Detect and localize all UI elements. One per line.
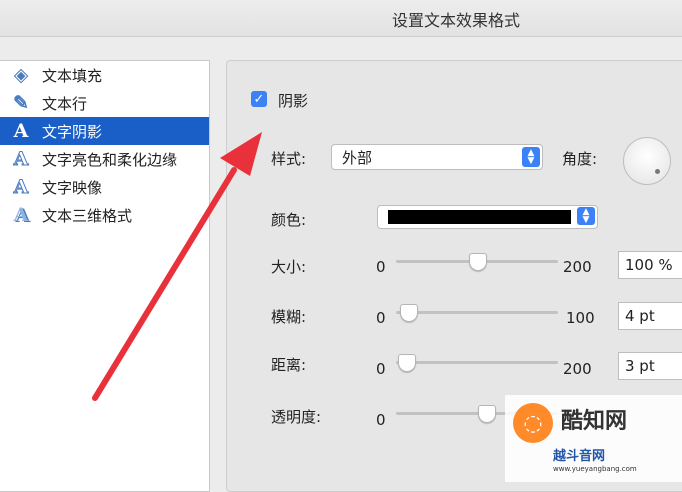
- sidebar-item-text-fill[interactable]: ◈ 文本填充: [0, 61, 209, 89]
- transparency-min: 0: [376, 411, 386, 429]
- style-select[interactable]: 外部 ▲ ▼: [331, 144, 543, 170]
- pen-icon: ✎: [13, 92, 29, 114]
- distance-label: 距离:: [271, 356, 307, 374]
- distance-slider-thumb[interactable]: [398, 354, 416, 372]
- shadow-checkbox[interactable]: ✓: [251, 91, 267, 107]
- shadow-checkbox-label: 阴影: [278, 92, 309, 110]
- color-label: 颜色:: [271, 211, 307, 229]
- size-min: 0: [376, 258, 386, 276]
- text-3d-icon: A: [13, 204, 29, 226]
- sidebar-item-label: 文字映像: [42, 178, 103, 197]
- size-slider-thumb[interactable]: [469, 253, 487, 271]
- distance-min: 0: [376, 360, 386, 378]
- size-max: 200: [563, 258, 592, 276]
- sidebar-item-text-line[interactable]: ✎ 文本行: [0, 89, 209, 117]
- sidebar-item-label: 文本填充: [42, 66, 103, 85]
- sidebar-item-label: 文字亮色和柔化边缘: [42, 150, 178, 169]
- watermark: ◌ 酷知网 越斗音网 www.yueyangbang.com: [505, 395, 682, 482]
- distance-slider[interactable]: [396, 361, 558, 364]
- chevron-updown-icon: ▲ ▼: [522, 147, 540, 167]
- size-label: 大小:: [271, 258, 307, 276]
- blur-slider-thumb[interactable]: [400, 304, 418, 322]
- size-input[interactable]: 100 %: [618, 251, 682, 279]
- sidebar-item-label: 文字阴影: [42, 122, 103, 141]
- blur-min: 0: [376, 309, 386, 327]
- color-swatch: [388, 210, 571, 224]
- style-label: 样式:: [271, 150, 307, 168]
- angle-dial[interactable]: [623, 137, 671, 185]
- blur-slider[interactable]: [396, 311, 558, 314]
- blur-input[interactable]: 4 pt: [618, 302, 682, 330]
- effects-sidebar: ◈ 文本填充 ✎ 文本行 A 文字阴影 A 文字亮色和柔化边缘 A 文字映像 A…: [0, 60, 210, 492]
- text-shadow-icon: A: [13, 120, 29, 142]
- transparency-label: 透明度:: [271, 408, 322, 426]
- title-bar: 设置文本效果格式: [0, 0, 682, 37]
- angle-label: 角度:: [562, 150, 598, 168]
- distance-max: 200: [563, 360, 592, 378]
- transparency-slider-thumb[interactable]: [478, 405, 496, 423]
- dialog-title: 设置文本效果格式: [391, 11, 520, 30]
- watermark-logo-icon: ◌: [513, 403, 553, 443]
- sidebar-item-text-3d[interactable]: A 文本三维格式: [0, 201, 209, 229]
- sidebar-item-label: 文本行: [42, 94, 88, 113]
- blur-label: 模糊:: [271, 308, 307, 326]
- sidebar-item-text-glow[interactable]: A 文字亮色和柔化边缘: [0, 145, 209, 173]
- color-picker[interactable]: ▲ ▼: [377, 205, 598, 229]
- sidebar-item-text-reflection[interactable]: A 文字映像: [0, 173, 209, 201]
- sidebar-item-text-shadow[interactable]: A 文字阴影: [0, 117, 209, 145]
- blur-max: 100: [566, 309, 595, 327]
- watermark-brand: 酷知网: [561, 409, 628, 434]
- distance-input[interactable]: 3 pt: [618, 352, 682, 380]
- chevron-updown-icon: ▲ ▼: [577, 207, 595, 225]
- watermark-sub: 越斗音网: [553, 449, 606, 464]
- watermark-url: www.yueyangbang.com: [553, 465, 637, 473]
- text-glow-icon: A: [13, 148, 29, 171]
- sidebar-item-label: 文本三维格式: [42, 206, 133, 225]
- angle-dial-indicator: [655, 169, 660, 174]
- style-select-value: 外部: [342, 149, 373, 167]
- text-reflection-icon: A: [13, 176, 29, 199]
- paint-bucket-icon: ◈: [13, 64, 29, 86]
